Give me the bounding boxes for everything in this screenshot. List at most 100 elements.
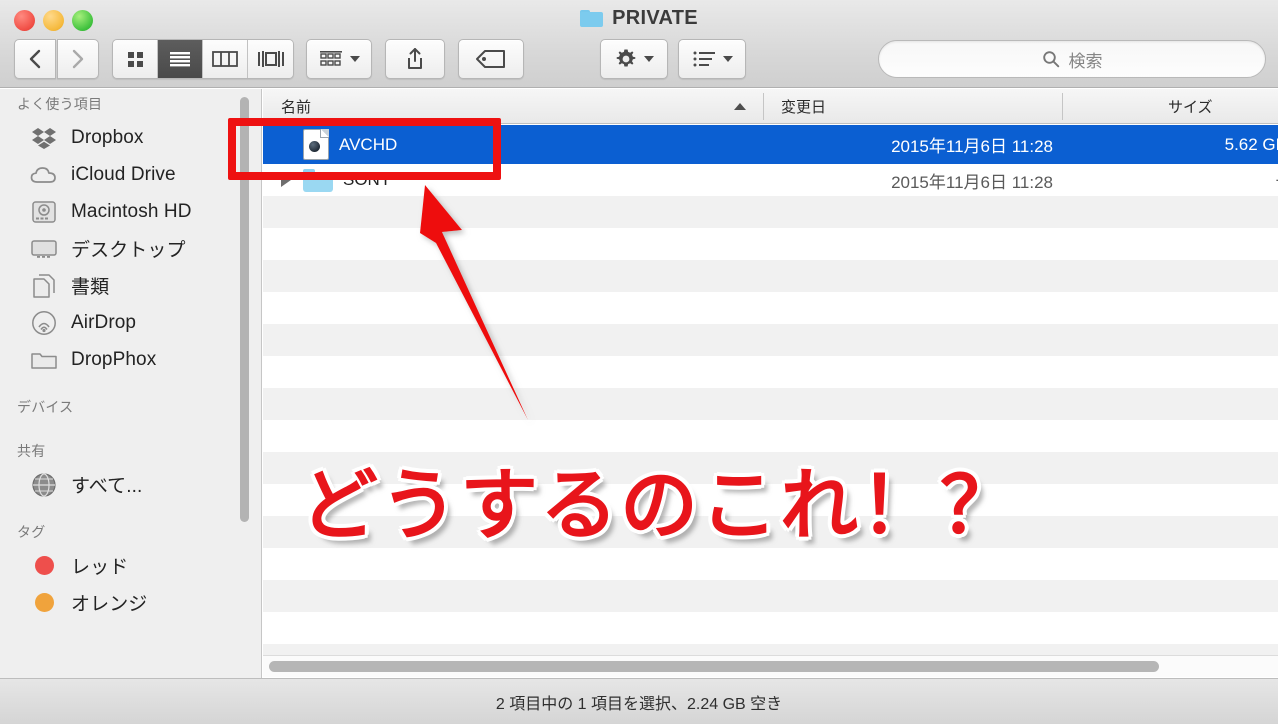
sidebar-item-label: すべて... — [71, 476, 143, 497]
action-menu-button[interactable] — [600, 39, 668, 79]
sidebar-item-documents[interactable]: 書類 — [0, 267, 261, 304]
sidebar-section-tags-title: タグ — [17, 524, 46, 540]
list-options-button[interactable] — [678, 39, 746, 79]
file-name-label: AVCHD — [339, 134, 398, 154]
grid-icon — [128, 52, 143, 67]
tag-dot-icon — [30, 591, 58, 615]
empty-row — [263, 452, 1278, 484]
share-icon — [408, 48, 422, 69]
sidebar-item-label: DropPhox — [71, 348, 157, 370]
file-date-cell: 2015年11月6日 11:28 — [891, 137, 1053, 156]
column-header-size[interactable]: サイズ — [1168, 89, 1213, 124]
empty-row — [263, 612, 1278, 644]
sidebar-item-label: AirDrop — [71, 311, 137, 333]
sidebar-item-label: Dropbox — [71, 126, 144, 148]
sidebar-item-label: デスクトップ — [71, 240, 186, 261]
horizontal-scrollbar-track[interactable] — [263, 655, 1278, 677]
file-date-cell: 2015年11月6日 11:28 — [891, 172, 1053, 192]
empty-row — [263, 324, 1278, 356]
sidebar-item-all-shared[interactable]: すべて... — [0, 466, 261, 503]
list-options-icon — [693, 51, 715, 67]
sidebar-item-label: 書類 — [71, 277, 110, 298]
column-header-date[interactable]: 変更日 — [781, 89, 826, 124]
finder-window: PRIVATE 検索 よく使う項目 Dropbox iCloud Drive M… — [0, 0, 1278, 724]
coverflow-view-button[interactable] — [248, 40, 293, 78]
empty-row — [263, 516, 1278, 548]
file-size-cell: 5.62 GB — [1224, 134, 1278, 154]
chevron-down-icon — [349, 56, 360, 62]
tag-button[interactable] — [458, 39, 524, 79]
empty-row — [263, 484, 1278, 516]
file-name-cell: AVCHD — [263, 129, 397, 160]
sidebar: よく使う項目 Dropbox iCloud Drive Macintosh HD… — [0, 89, 262, 724]
empty-row — [263, 356, 1278, 388]
sidebar-item-macintosh-hd[interactable]: Macintosh HD — [0, 193, 261, 230]
table-row[interactable]: AVCHD 2015年11月6日 11:28 5.62 GB AVC — [263, 125, 1278, 164]
avchd-document-icon — [303, 129, 329, 160]
column-divider[interactable] — [1062, 93, 1063, 120]
column-view-button[interactable] — [203, 40, 248, 78]
sidebar-item-icloud-drive[interactable]: iCloud Drive — [0, 156, 261, 193]
file-list-area: 名前 変更日 サイズ 種類 AVCHD 2015年11月6日 11:28 5 — [263, 89, 1278, 724]
list-view-button[interactable] — [158, 40, 203, 78]
file-size-cell: -- — [1063, 170, 1278, 190]
list-lines-icon — [170, 52, 190, 67]
empty-row — [263, 292, 1278, 324]
sidebar-item-label: オレンジ — [71, 594, 148, 615]
back-button[interactable] — [14, 39, 56, 79]
horizontal-scrollbar-thumb[interactable] — [269, 661, 1159, 672]
window-title-text: PRIVATE — [612, 6, 698, 29]
table-row[interactable]: SONY 2015年11月6日 11:28 -- フォ — [263, 164, 1278, 196]
tag-dot-icon — [30, 554, 58, 578]
chevron-right-icon — [72, 49, 84, 69]
window-titlebar: PRIVATE 検索 — [0, 0, 1278, 88]
search-icon — [1042, 51, 1059, 68]
sidebar-item-label: レッド — [71, 557, 129, 578]
sidebar-section-shared-title: 共有 — [17, 443, 46, 459]
view-mode-segmented-control[interactable] — [112, 39, 294, 79]
tag-icon — [476, 50, 505, 68]
chevron-down-icon — [643, 56, 654, 62]
sort-ascending-icon — [734, 103, 746, 110]
sidebar-item-tag-orange[interactable]: オレンジ — [0, 584, 261, 621]
icon-view-button[interactable] — [113, 40, 158, 78]
harddisk-icon — [30, 200, 58, 224]
sidebar-item-desktop[interactable]: デスクトップ — [0, 230, 261, 267]
sidebar-item-dropbox[interactable]: Dropbox — [0, 119, 261, 156]
chevron-down-icon — [722, 56, 733, 62]
folder-icon — [30, 348, 58, 372]
sidebar-item-label: Macintosh HD — [71, 200, 192, 222]
disclosure-triangle-icon[interactable] — [281, 173, 291, 187]
cloud-icon — [30, 163, 58, 187]
empty-row — [263, 260, 1278, 292]
file-list-rows: AVCHD 2015年11月6日 11:28 5.62 GB AVC SONY … — [263, 125, 1278, 724]
empty-row — [263, 548, 1278, 580]
status-bar: 2 項目中の 1 項目を選択、2.24 GB 空き — [0, 678, 1278, 724]
empty-row — [263, 580, 1278, 612]
search-field[interactable]: 検索 — [878, 40, 1266, 78]
column-header-name[interactable]: 名前 — [281, 89, 311, 124]
status-bar-text: 2 項目中の 1 項目を選択、2.24 GB 空き — [495, 695, 783, 713]
documents-icon — [30, 273, 58, 298]
folder-icon — [580, 9, 604, 27]
disclosure-triangle-icon — [281, 138, 291, 152]
arrange-button[interactable] — [306, 39, 372, 79]
sidebar-item-dropphox[interactable]: DropPhox — [0, 341, 261, 378]
column-divider[interactable] — [763, 93, 764, 120]
chevron-left-icon — [29, 49, 41, 69]
forward-button[interactable] — [57, 39, 99, 79]
sidebar-scrollbar[interactable] — [240, 97, 249, 522]
file-name-label: SONY — [343, 170, 392, 189]
desktop-icon — [30, 237, 58, 261]
sidebar-item-airdrop[interactable]: AirDrop — [0, 304, 261, 341]
empty-row — [263, 196, 1278, 228]
dropbox-icon — [30, 126, 58, 150]
search-placeholder: 検索 — [1068, 51, 1103, 71]
network-globe-icon — [30, 472, 58, 497]
sidebar-item-tag-red[interactable]: レッド — [0, 547, 261, 584]
gear-icon — [616, 49, 635, 67]
sidebar-item-label: iCloud Drive — [71, 163, 176, 185]
share-button[interactable] — [385, 39, 445, 79]
columns-icon — [212, 51, 238, 67]
airdrop-icon — [30, 310, 58, 335]
